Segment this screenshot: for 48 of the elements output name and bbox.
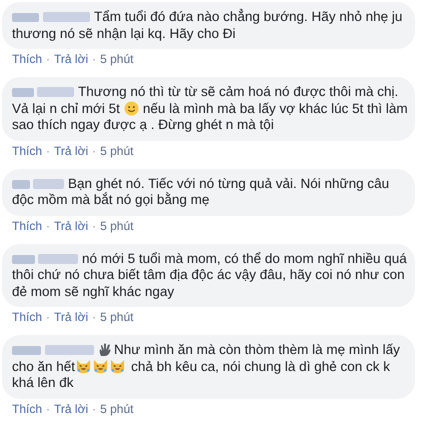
action-link[interactable]: Trả lời [54, 144, 88, 158]
comment-text: thôi chứ nó chưa biết tâm địa độc ác vậy đâu, hãy coi nó như con [12, 267, 405, 284]
comment-text: khá lên đk [12, 375, 74, 392]
comment-text: thương nó sẽ nhận lại kq. Hãy cho Đi [12, 26, 236, 42]
separator-dot: · [46, 52, 50, 66]
comment-time[interactable]: 5 phút [100, 218, 134, 232]
separator-dot: · [92, 310, 96, 324]
separator-dot: · [46, 218, 50, 232]
comment-text: Như mình ăn mà còn thòm thèm là mẹ mình lấy [114, 342, 400, 358]
comment-text: nếu là mình mà ba lấy vợ khác lúc 5t thì làm [142, 100, 408, 117]
comment-text: nó mới 5 tuổi mà mom, có thể do mom nghĩ nhiều quá [82, 250, 407, 267]
action-link[interactable]: Thích [12, 218, 42, 232]
comment-text: chả bh kêu ca, nói chung là dì ghẻ con ck k [131, 358, 390, 375]
separator-dot: · [46, 310, 50, 324]
blurred-name-drawing [12, 86, 74, 98]
action-link[interactable]: Thích [12, 402, 42, 416]
comment-text: Thương nó thì từ từ sẽ cảm hoá nó được thôi mà chị. [78, 84, 398, 100]
comment-time[interactable]: 5 phút [100, 402, 134, 416]
comment-text: Bạn ghét nó. Tiếc với nó từng quả vải. Nói những câu [68, 176, 390, 192]
blurred-name-drawing [12, 178, 64, 190]
blurred-name-drawing [12, 252, 78, 265]
hand-icon [98, 343, 112, 358]
action-link[interactable]: Thích [12, 310, 42, 324]
separator-dot: · [46, 144, 50, 158]
cat-emoji-icon [75, 359, 92, 374]
cat-emoji-icon [92, 359, 110, 374]
separator-dot: · [46, 402, 50, 416]
action-link[interactable]: Trả lời [54, 402, 88, 416]
cat-emoji-icon [109, 359, 126, 374]
comment-text: Tẩm tuổi đó đứa nào chẳng bướng. Hãy nhỏ nhẹ ju [94, 9, 402, 26]
separator-dot: · [92, 402, 96, 416]
comment-time[interactable]: 5 phút [100, 144, 134, 158]
action-link[interactable]: Thích [12, 52, 42, 66]
comment-text: Vả lại n chỉ mới 5t [12, 100, 120, 117]
action-link[interactable]: Thích [12, 144, 42, 158]
action-link[interactable]: Trả lời [54, 310, 88, 324]
comment-text: đẻ mom sẽ nghĩ khác ngay [12, 284, 174, 300]
action-link[interactable]: Trả lời [54, 52, 88, 66]
smiley-icon [124, 101, 139, 116]
comment-text: độc mồm mà bắt nó gọi bằng mẹ [12, 192, 210, 208]
separator-dot: · [92, 52, 96, 66]
comment-time[interactable]: 5 phút [100, 52, 134, 66]
comment-text: sao thích ngay được ạ . Đừng ghét n mà tội [12, 117, 274, 134]
comment-time[interactable]: 5 phút [100, 310, 134, 324]
comment-text: cho ăn hết [12, 358, 76, 375]
action-link[interactable]: Trả lời [54, 218, 88, 232]
separator-dot: · [92, 218, 96, 232]
separator-dot: · [92, 144, 96, 158]
